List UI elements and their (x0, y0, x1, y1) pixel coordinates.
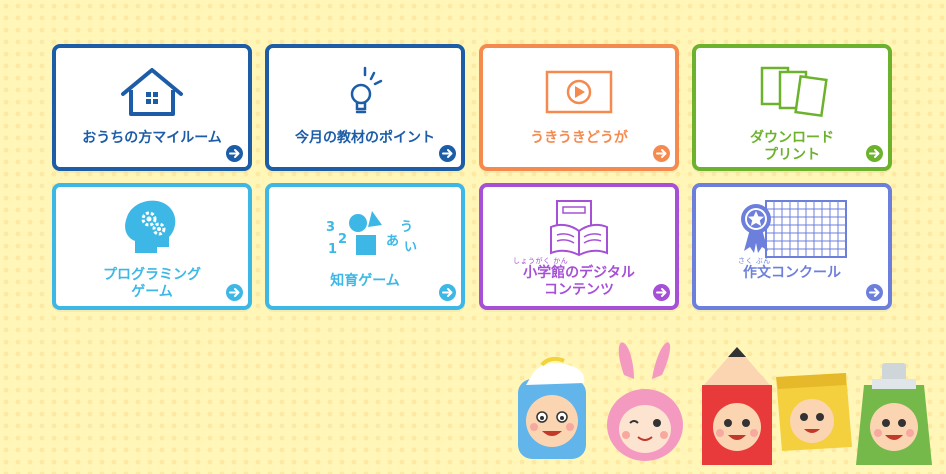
card-label-line1: ダウンロード (750, 130, 834, 146)
card-label: しょうがく かん 小学館のデジタル コンテンツ (489, 257, 669, 299)
card-label-line1: 小学館のデジタル (523, 265, 635, 281)
shapes-numbers-icon: 3 2 1 あ う い (269, 201, 461, 263)
card-label-line1: プログラミング (103, 267, 201, 283)
card-label: うきうきどうが (530, 130, 628, 146)
video-play-icon (483, 64, 675, 120)
kana-a: あ (386, 234, 399, 249)
card-ukiuki-douga[interactable]: うきうきどうが (479, 44, 679, 171)
arrow-right-icon[interactable] (439, 284, 456, 301)
card-label: 今月の教材のポイント (295, 130, 435, 146)
arrow-right-icon[interactable] (653, 145, 670, 162)
printouts-icon (696, 64, 888, 120)
furigana: さく ぶん (738, 257, 771, 265)
arrow-right-icon[interactable] (866, 145, 883, 162)
yellow-paper-mascot (776, 373, 852, 451)
card-label: 知育ゲーム (330, 273, 400, 289)
kana-u: う (400, 220, 413, 235)
card-sakubun-concours[interactable]: さく ぶん 作文コンクール (692, 183, 892, 310)
card-label-line2: プリント (764, 147, 820, 163)
green-paint-tube-mascot (856, 363, 932, 465)
card-ouchi-my-room[interactable]: おうちの方マイルーム (52, 44, 252, 171)
arrow-right-icon[interactable] (226, 284, 243, 301)
arrow-right-icon[interactable] (439, 145, 456, 162)
red-pencil-mascot (702, 347, 772, 465)
card-download-print[interactable]: ダウンロード プリント (692, 44, 892, 171)
card-label: さく ぶん 作文コンクール (702, 257, 882, 282)
mascot-characters (512, 335, 946, 470)
card-label: ダウンロード プリント (702, 130, 882, 164)
card-label-line2: コンテンツ (544, 282, 614, 298)
open-book-icon (483, 197, 675, 257)
card-monthly-points[interactable]: 今月の教材のポイント (265, 44, 465, 171)
card-chiiku-game[interactable]: 3 2 1 あ う い 知育ゲーム (265, 183, 465, 310)
kana-i: い (404, 240, 417, 255)
arrow-right-icon[interactable] (226, 145, 243, 162)
lightbulb-icon (269, 64, 461, 120)
head-gears-icon (56, 197, 248, 259)
numeral-2: 2 (338, 232, 347, 247)
arrow-right-icon[interactable] (866, 284, 883, 301)
card-shogakukan-digital[interactable]: しょうがく かん 小学館のデジタル コンテンツ (479, 183, 679, 310)
card-programming-game[interactable]: プログラミング ゲーム (52, 183, 252, 310)
card-label-line2: ゲーム (131, 284, 173, 300)
numeral-1: 1 (328, 242, 337, 257)
arrow-right-icon[interactable] (653, 284, 670, 301)
house-icon (56, 64, 248, 120)
card-label: おうちの方マイルーム (82, 130, 222, 146)
furigana: しょうがく かん (513, 257, 569, 265)
card-label: プログラミング ゲーム (62, 267, 242, 301)
pink-bunny-mascot (607, 342, 683, 461)
manuscript-medal-icon (696, 195, 888, 259)
blue-cap-mascot (518, 356, 586, 459)
numeral-3: 3 (326, 220, 335, 235)
card-label-text: 作文コンクール (743, 265, 841, 281)
